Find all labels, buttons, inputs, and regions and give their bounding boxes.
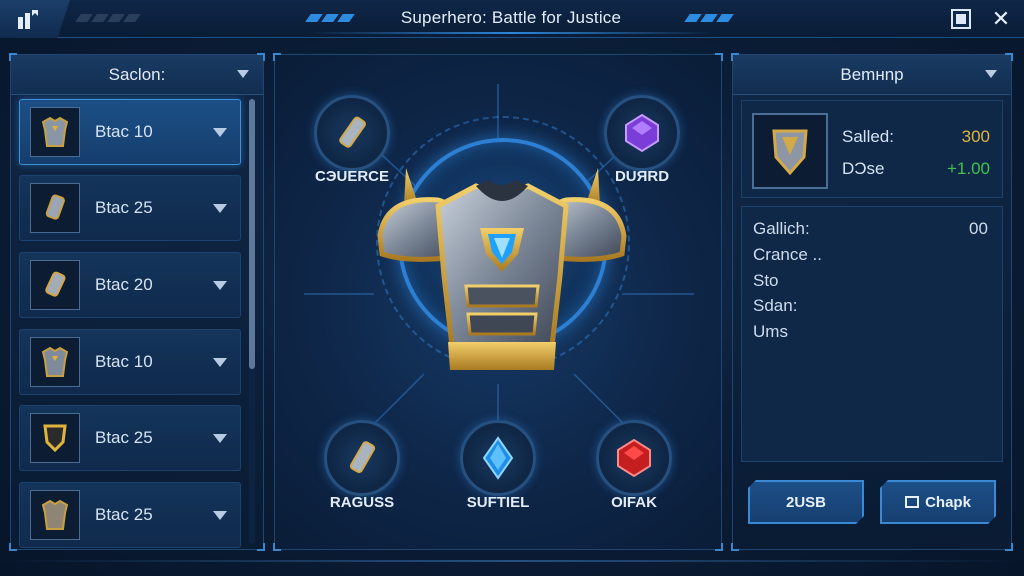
maximize-icon bbox=[951, 9, 971, 29]
inventory-dropdown[interactable]: Saclon: bbox=[11, 55, 263, 95]
list-item-label: Btac 25 bbox=[95, 198, 153, 217]
chevron-down-icon[interactable] bbox=[213, 510, 227, 520]
decor-stripes bbox=[75, 14, 141, 22]
item-detail-card: Salled: 300 DƆse +1.00 bbox=[741, 100, 1003, 198]
chest-armor-preview-icon[interactable] bbox=[376, 166, 628, 388]
equip-button[interactable]: 2USB bbox=[748, 480, 864, 524]
list-item[interactable]: Btac 10 bbox=[19, 99, 241, 165]
close-button[interactable]: ✕ bbox=[988, 6, 1014, 32]
list-item[interactable]: Btac 25 bbox=[19, 482, 241, 548]
chest-armor-icon bbox=[30, 337, 80, 387]
chevron-down-icon[interactable] bbox=[213, 433, 227, 443]
slot-purple-gem[interactable] bbox=[604, 95, 680, 171]
shield-icon bbox=[30, 413, 80, 463]
close-icon: ✕ bbox=[991, 6, 1011, 31]
stat-value: 300 bbox=[961, 127, 990, 146]
slot-blue-gem[interactable] bbox=[460, 420, 536, 496]
info-line: Sdan: bbox=[753, 296, 798, 315]
chest-armor-icon bbox=[30, 107, 80, 157]
slot-red-gem[interactable] bbox=[596, 420, 672, 496]
image-icon bbox=[905, 496, 919, 508]
chevron-down-icon bbox=[237, 70, 249, 78]
chevron-down-icon bbox=[985, 70, 997, 78]
details-header-label: Bemнnp bbox=[840, 64, 904, 84]
game-logo-icon bbox=[18, 10, 38, 29]
inventory-panel: Saclon: Btac 10 Btac 25 Btac 20 Btac 10 … bbox=[9, 53, 265, 551]
blue-gem-icon bbox=[482, 436, 514, 480]
slot-label: RAGUSS bbox=[329, 494, 395, 511]
red-gem-icon bbox=[617, 438, 651, 478]
list-item-label: Btac 10 bbox=[95, 122, 153, 141]
slot-label: DUЯRD bbox=[614, 168, 670, 185]
gauntlet-icon bbox=[30, 260, 80, 310]
slot-gauntlet-bottom[interactable] bbox=[324, 420, 400, 496]
inventory-header-label: Saclon: bbox=[108, 64, 166, 84]
gauntlet-icon bbox=[339, 116, 366, 148]
slot-label: SUFTIEL bbox=[466, 494, 530, 511]
maximize-button[interactable] bbox=[948, 6, 974, 32]
list-item-label: Btac 25 bbox=[95, 428, 153, 447]
list-item[interactable]: Btac 20 bbox=[19, 252, 241, 318]
slot-label: OIFAK bbox=[611, 494, 657, 511]
window-title: Superhero: Battle for Justice bbox=[306, 0, 716, 36]
decor-stripes bbox=[684, 14, 734, 22]
shield-armor-icon bbox=[752, 113, 828, 189]
slot-gauntlet-top[interactable] bbox=[314, 95, 390, 171]
chapk-button-label: Chapk bbox=[925, 493, 971, 511]
list-item-label: Btac 20 bbox=[95, 275, 153, 294]
list-item[interactable]: Btac 25 bbox=[19, 175, 241, 241]
stat-label: Salled: bbox=[842, 127, 894, 146]
chapk-button[interactable]: Chapk bbox=[880, 480, 996, 524]
info-line: Crance .. bbox=[753, 245, 822, 264]
logo-tab[interactable] bbox=[0, 0, 70, 38]
chest-armor-icon bbox=[30, 490, 80, 540]
list-scrollbar[interactable] bbox=[249, 99, 255, 544]
stat-label: DƆse bbox=[842, 159, 885, 178]
gauntlet-icon bbox=[349, 441, 376, 474]
info-line: Sto bbox=[753, 271, 779, 290]
equip-button-label: 2USB bbox=[785, 493, 826, 511]
gauntlet-icon bbox=[30, 183, 80, 233]
list-item-label: Btac 25 bbox=[95, 505, 153, 524]
chevron-down-icon[interactable] bbox=[213, 280, 227, 290]
chevron-down-icon[interactable] bbox=[213, 203, 227, 213]
item-info-box: Gallich: 00 Crance .. Sto Sdan: Ums bbox=[741, 206, 1003, 462]
chevron-down-icon[interactable] bbox=[213, 357, 227, 367]
list-item-label: Btac 10 bbox=[95, 352, 153, 371]
footer-line bbox=[0, 560, 1024, 562]
slot-label: CЭUERCE bbox=[314, 168, 389, 185]
list-item[interactable]: Btac 10 bbox=[19, 329, 241, 395]
top-bar: Superhero: Battle for Justice ✕ bbox=[0, 0, 1024, 38]
info-value: 00 bbox=[969, 219, 988, 238]
purple-gem-icon bbox=[625, 113, 659, 153]
info-line: Gallich: bbox=[753, 219, 810, 238]
list-item[interactable]: Btac 25 bbox=[19, 405, 241, 471]
chevron-down-icon[interactable] bbox=[213, 127, 227, 137]
info-line: Ums bbox=[753, 322, 788, 341]
details-dropdown[interactable]: Bemнnp bbox=[733, 55, 1011, 95]
stat-value: +1.00 bbox=[946, 159, 990, 178]
scrollbar-thumb[interactable] bbox=[249, 99, 255, 369]
